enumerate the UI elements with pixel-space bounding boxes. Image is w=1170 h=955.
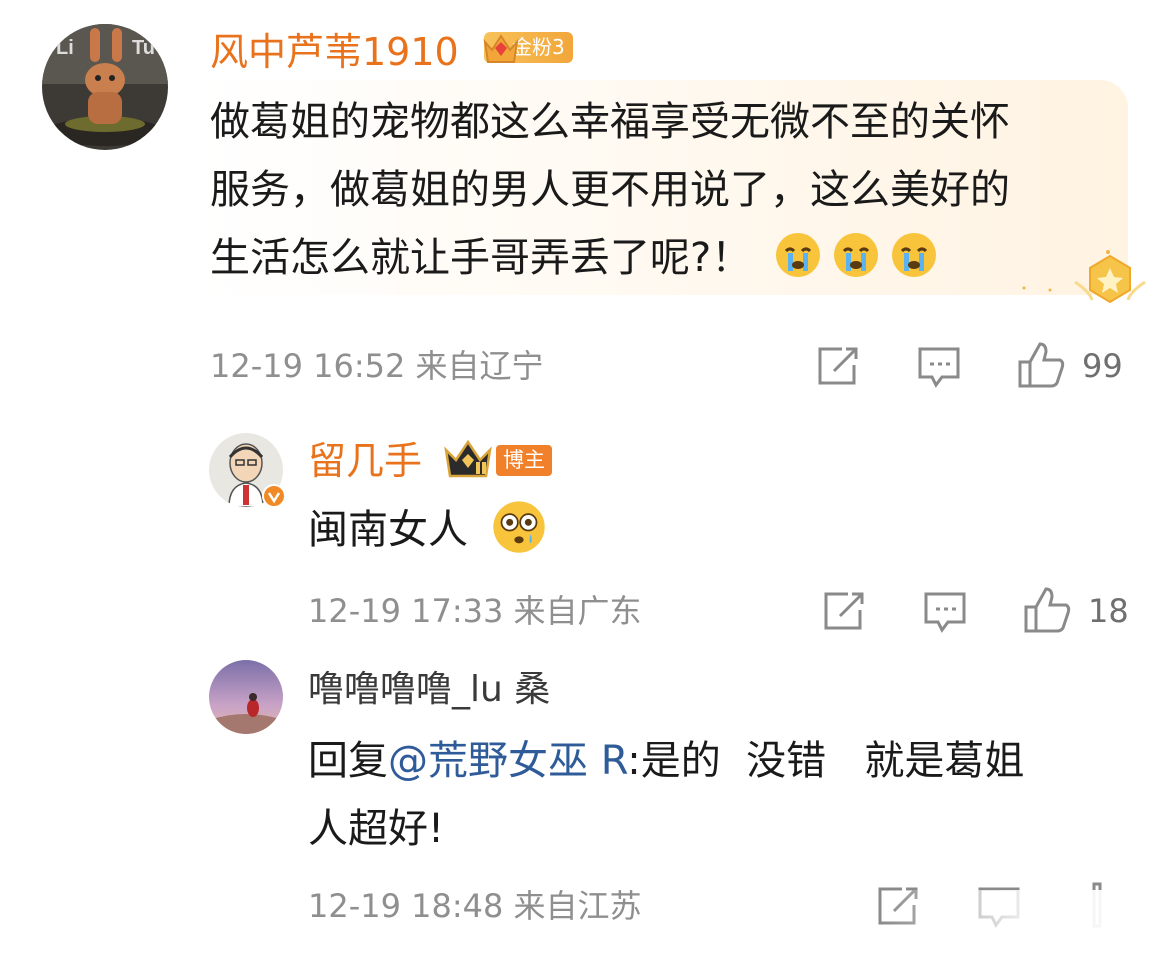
comment-meta: 12-19 18:48 来自江苏 bbox=[308, 887, 642, 925]
bottom-fade bbox=[880, 890, 1170, 955]
comment-text-line: 生活怎么就让手哥弄丢了呢?！ bbox=[210, 224, 1120, 292]
comment-icon[interactable] bbox=[916, 345, 962, 389]
like-count: 99 bbox=[1082, 347, 1123, 385]
share-icon[interactable] bbox=[822, 590, 866, 632]
svg-text:Tu: Tu bbox=[132, 37, 155, 59]
flushed-face-icon bbox=[493, 501, 545, 553]
like-icon[interactable] bbox=[1016, 340, 1066, 390]
reply-text: :是的 没错 就是葛姐 bbox=[627, 738, 1025, 784]
like-count: 18 bbox=[1088, 592, 1129, 630]
host-badge-label: 博主 bbox=[496, 445, 552, 476]
avatar[interactable] bbox=[209, 660, 283, 734]
crown-icon bbox=[482, 28, 520, 72]
decorative-star-badge-icon bbox=[1020, 248, 1160, 312]
fan-badge: 金粉3 bbox=[483, 32, 573, 63]
comment-text-line: 服务，做葛姐的男人更不用说了，这么美好的 bbox=[210, 167, 1010, 213]
comment-text: 闽南女人 bbox=[308, 496, 547, 564]
comment-username[interactable]: 留几手 bbox=[308, 442, 422, 480]
comment-username[interactable]: 噜噜噜噜_lu 桑 bbox=[308, 672, 550, 708]
comment-text-content: 闽南女人 bbox=[308, 507, 468, 553]
comment-text-line: 人超好! bbox=[308, 806, 445, 852]
share-icon[interactable] bbox=[816, 345, 860, 387]
avatar[interactable]: Li Tu bbox=[42, 24, 168, 150]
reply-prefix: 回复 bbox=[308, 738, 388, 784]
mention-link[interactable]: @荒野女巫 R bbox=[388, 738, 627, 784]
crying-face-icon bbox=[891, 233, 936, 277]
crown-icon bbox=[442, 438, 494, 484]
comment-text-line: 回复@荒野女巫 R:是的 没错 就是葛姐 bbox=[308, 727, 1128, 795]
comment-meta: 12-19 17:33 来自广东 bbox=[308, 592, 642, 630]
comment-text-line-end: 生活怎么就让手哥弄丢了呢?！ bbox=[210, 235, 752, 281]
verified-icon bbox=[262, 484, 286, 512]
comment-text: 做葛姐的宠物都这么幸福享受无微不至的关怀 服务，做葛姐的男人更不用说了，这么美好… bbox=[210, 88, 1120, 292]
comment-meta: 12-19 16:52 来自辽宁 bbox=[210, 347, 544, 385]
like-icon[interactable] bbox=[1022, 585, 1072, 635]
comment-text: 回复@荒野女巫 R:是的 没错 就是葛姐 人超好! bbox=[308, 727, 1128, 863]
svg-text:Li: Li bbox=[56, 37, 74, 59]
crying-face-icon bbox=[775, 233, 820, 277]
comment-icon[interactable] bbox=[922, 590, 968, 634]
comment-text-line: 做葛姐的宠物都这么幸福享受无微不至的关怀 bbox=[210, 99, 1010, 145]
crying-face-icon bbox=[833, 233, 878, 277]
comment-username[interactable]: 风中芦苇1910 bbox=[210, 33, 459, 71]
